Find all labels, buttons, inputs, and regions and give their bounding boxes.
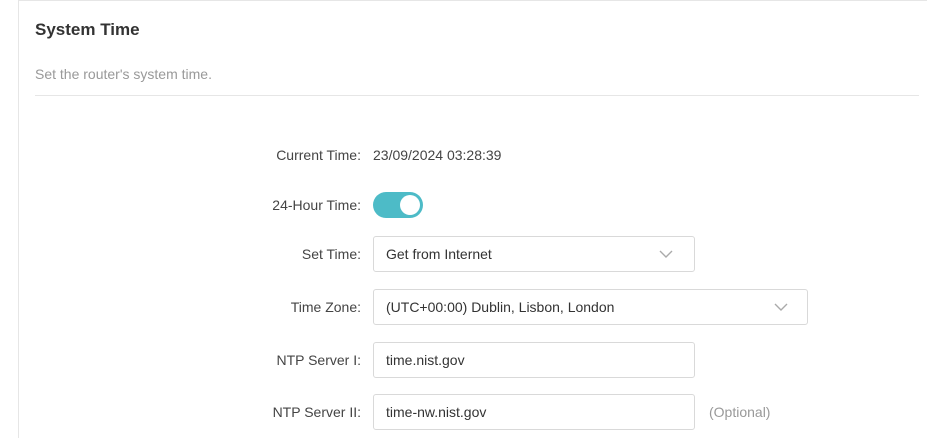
ntp-server-1-label: NTP Server I: — [276, 352, 361, 368]
time-zone-row: Time Zone: (UTC+00:00) Dublin, Lisbon, L… — [19, 289, 927, 325]
ntp-server-2-input[interactable] — [373, 394, 695, 430]
ntp-server-1-row: NTP Server I: — [19, 342, 927, 378]
hour24-row: 24-Hour Time: — [19, 187, 927, 223]
chevron-down-icon — [774, 303, 788, 311]
set-time-label: Set Time: — [301, 246, 361, 262]
hour24-toggle[interactable] — [373, 192, 423, 218]
hour24-label: 24-Hour Time: — [272, 197, 361, 213]
ntp-server-2-row: NTP Server II: (Optional) — [19, 394, 927, 430]
current-time-label: Current Time: — [276, 147, 361, 163]
optional-hint: (Optional) — [709, 404, 771, 420]
current-time-row: Current Time: 23/09/2024 03:28:39 — [19, 138, 927, 172]
section-title: System Time — [35, 20, 140, 39]
set-time-selected-value: Get from Internet — [386, 246, 492, 262]
set-time-select[interactable]: Get from Internet — [373, 236, 695, 272]
ntp-server-2-label: NTP Server II: — [272, 404, 361, 420]
time-zone-label: Time Zone: — [290, 299, 361, 315]
time-zone-select[interactable]: (UTC+00:00) Dublin, Lisbon, London — [373, 289, 808, 325]
ntp-server-1-input[interactable] — [373, 342, 695, 378]
time-zone-selected-value: (UTC+00:00) Dublin, Lisbon, London — [386, 299, 615, 315]
current-time-value: 23/09/2024 03:28:39 — [373, 147, 502, 163]
section-description: Set the router's system time. — [35, 66, 212, 82]
toggle-knob — [400, 195, 420, 215]
chevron-down-icon — [659, 250, 673, 258]
set-time-row: Set Time: Get from Internet — [19, 236, 927, 272]
system-time-panel: System Time Set the router's system time… — [18, 0, 927, 438]
section-divider — [35, 95, 919, 96]
